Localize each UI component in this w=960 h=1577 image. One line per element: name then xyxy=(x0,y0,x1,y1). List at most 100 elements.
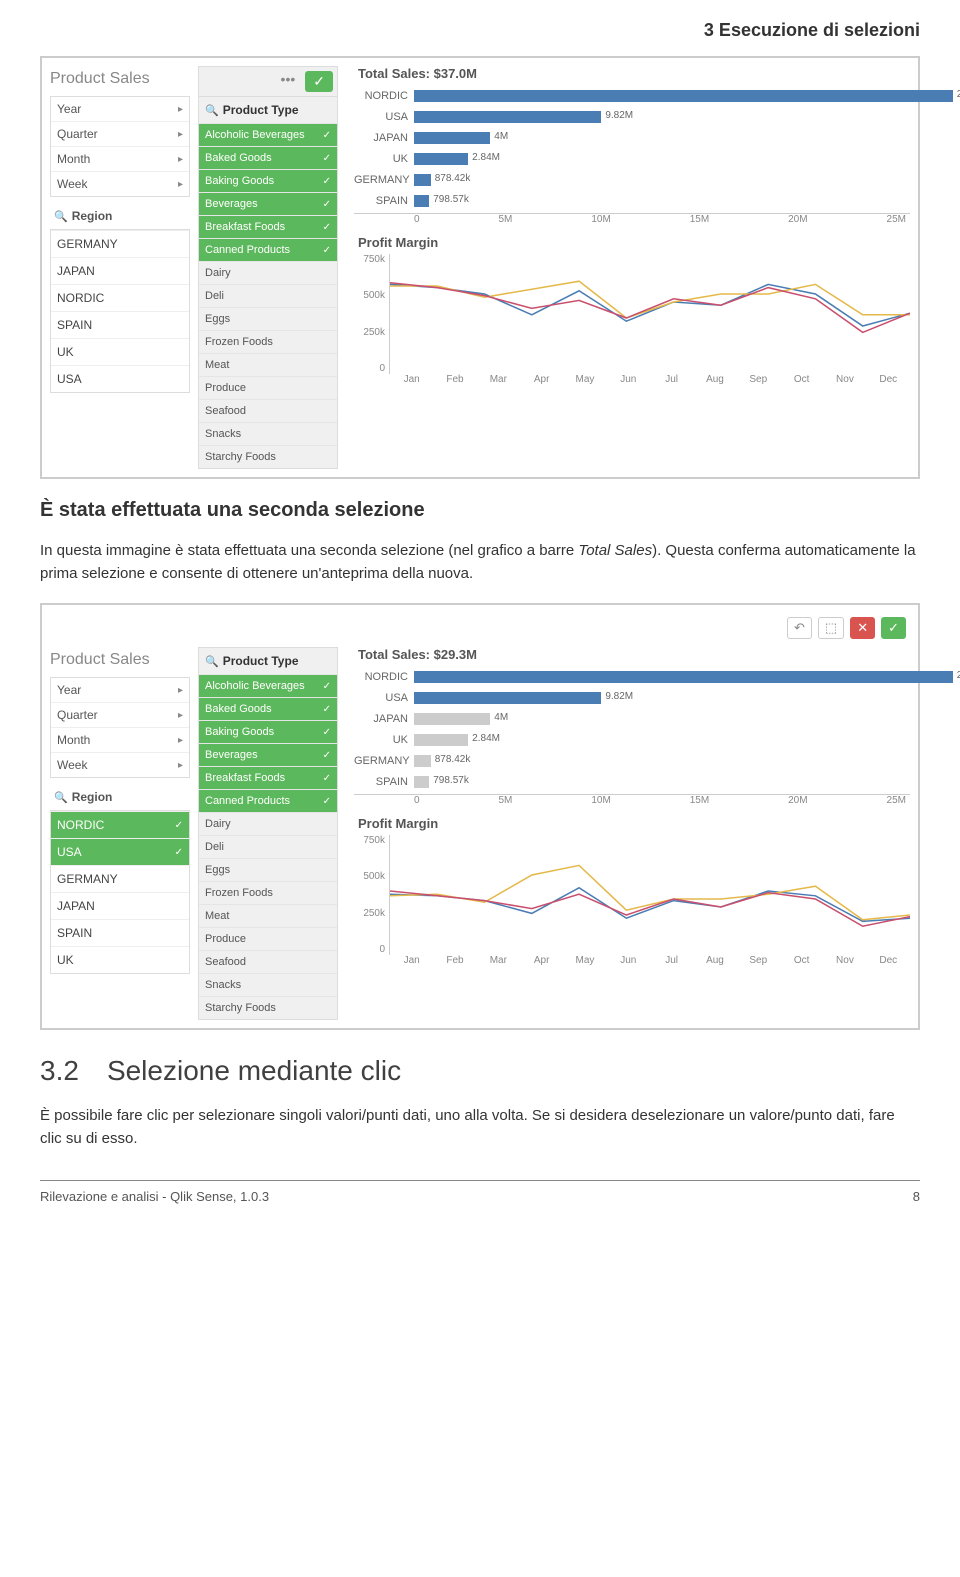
profit-margin-chart[interactable]: 750k500k250k0 xyxy=(354,835,910,955)
bar-row[interactable]: USA9.82M xyxy=(354,108,910,126)
bar-row[interactable]: GERMANY878.42k xyxy=(354,171,910,189)
dimension-item[interactable]: Year▸ xyxy=(51,97,189,121)
product-type-item[interactable]: Seafood xyxy=(199,950,337,973)
check-icon: ✓ xyxy=(323,153,331,164)
panel-title: Product Sales xyxy=(50,647,190,677)
product-type-item[interactable]: Beverages✓ xyxy=(199,192,337,215)
search-icon: 🔍 xyxy=(205,104,219,117)
product-type-item[interactable]: Deli xyxy=(199,284,337,307)
chevron-right-icon: ▸ xyxy=(178,129,183,140)
bar-row[interactable]: NORDIC28.24M xyxy=(354,668,910,686)
product-type-item[interactable]: Produce xyxy=(199,376,337,399)
search-icon: 🔍 xyxy=(205,655,219,668)
check-icon: ✓ xyxy=(323,681,331,692)
dashboard-panel-2: ↶ ⬚ ✕ ✓ Product Sales Year▸Quarter▸Month… xyxy=(40,603,920,1030)
product-type-item[interactable]: Eggs xyxy=(199,307,337,330)
subheading: È stata effettuata una seconda selezione xyxy=(40,499,920,522)
product-type-item[interactable]: Alcoholic Beverages✓ xyxy=(199,674,337,697)
chevron-right-icon: ▸ xyxy=(178,685,183,696)
dashboard-panel-1: Product Sales Year▸Quarter▸Month▸Week▸ 🔍… xyxy=(40,56,920,479)
lasso-icon[interactable]: ⬚ xyxy=(818,617,844,639)
region-item[interactable]: USA✓ xyxy=(51,838,189,865)
profit-margin-title: Profit Margin xyxy=(354,225,910,254)
dimension-item[interactable]: Month▸ xyxy=(51,727,189,752)
region-item[interactable]: SPAIN xyxy=(51,919,189,946)
product-type-item[interactable]: Baking Goods✓ xyxy=(199,169,337,192)
dimension-item[interactable]: Quarter▸ xyxy=(51,121,189,146)
dimension-item[interactable]: Week▸ xyxy=(51,171,189,196)
region-item[interactable]: NORDIC✓ xyxy=(51,811,189,838)
region-item[interactable]: GERMANY xyxy=(51,230,189,257)
bar-row[interactable]: SPAIN798.57k xyxy=(354,192,910,210)
product-type-item[interactable]: Produce xyxy=(199,927,337,950)
product-type-item[interactable]: Canned Products✓ xyxy=(199,238,337,261)
product-type-item[interactable]: Baking Goods✓ xyxy=(199,720,337,743)
product-type-item[interactable]: Breakfast Foods✓ xyxy=(199,766,337,789)
product-type-header[interactable]: 🔍 Product Type xyxy=(199,648,337,674)
chevron-right-icon: ▸ xyxy=(178,760,183,771)
chevron-right-icon: ▸ xyxy=(178,735,183,746)
product-type-item[interactable]: Meat xyxy=(199,353,337,376)
bar-row[interactable]: GERMANY878.42k xyxy=(354,752,910,770)
region-item[interactable]: JAPAN xyxy=(51,257,189,284)
product-type-item[interactable]: Frozen Foods xyxy=(199,330,337,353)
footer-left: Rilevazione e analisi - Qlik Sense, 1.0.… xyxy=(40,1189,269,1204)
region-header[interactable]: 🔍Region xyxy=(50,203,190,229)
profit-margin-title: Profit Margin xyxy=(354,806,910,835)
region-item[interactable]: GERMANY xyxy=(51,865,189,892)
product-type-item[interactable]: Deli xyxy=(199,835,337,858)
cancel-button[interactable]: ✕ xyxy=(850,617,875,639)
region-item[interactable]: SPAIN xyxy=(51,311,189,338)
undo-icon[interactable]: ↶ xyxy=(787,617,812,639)
check-icon: ✓ xyxy=(323,199,331,210)
product-type-item[interactable]: Snacks xyxy=(199,973,337,996)
product-type-item[interactable]: Canned Products✓ xyxy=(199,789,337,812)
more-icon[interactable]: ••• xyxy=(275,71,302,92)
dimension-item[interactable]: Week▸ xyxy=(51,752,189,777)
region-item[interactable]: JAPAN xyxy=(51,892,189,919)
product-type-item[interactable]: Starchy Foods xyxy=(199,996,337,1019)
bar-row[interactable]: JAPAN4M xyxy=(354,710,910,728)
region-label: Region xyxy=(72,209,113,223)
region-item[interactable]: USA xyxy=(51,365,189,392)
region-header[interactable]: 🔍Region xyxy=(50,784,190,810)
dimension-item[interactable]: Quarter▸ xyxy=(51,702,189,727)
product-type-item[interactable]: Frozen Foods xyxy=(199,881,337,904)
bar-row[interactable]: USA9.82M xyxy=(354,689,910,707)
check-icon: ✓ xyxy=(175,820,183,831)
check-icon: ✓ xyxy=(323,245,331,256)
product-type-item[interactable]: Seafood xyxy=(199,399,337,422)
region-item[interactable]: UK xyxy=(51,946,189,973)
bar-row[interactable]: JAPAN4M xyxy=(354,129,910,147)
product-type-item[interactable]: Baked Goods✓ xyxy=(199,146,337,169)
bar-row[interactable]: NORDIC28.24M xyxy=(354,87,910,105)
product-type-item[interactable]: Starchy Foods xyxy=(199,445,337,468)
check-icon: ✓ xyxy=(323,727,331,738)
bar-row[interactable]: UK2.84M xyxy=(354,731,910,749)
region-item[interactable]: UK xyxy=(51,338,189,365)
chevron-right-icon: ▸ xyxy=(178,179,183,190)
product-type-item[interactable]: Snacks xyxy=(199,422,337,445)
bar-row[interactable]: UK2.84M xyxy=(354,150,910,168)
product-type-item[interactable]: Dairy xyxy=(199,261,337,284)
region-label: Region xyxy=(72,790,113,804)
chevron-right-icon: ▸ xyxy=(178,154,183,165)
dimension-item[interactable]: Month▸ xyxy=(51,146,189,171)
profit-margin-chart[interactable]: 750k500k250k0 xyxy=(354,254,910,374)
product-type-header[interactable]: 🔍Product Type xyxy=(199,96,337,123)
product-type-item[interactable]: Breakfast Foods✓ xyxy=(199,215,337,238)
product-type-label: Product Type xyxy=(223,654,299,668)
region-item[interactable]: NORDIC xyxy=(51,284,189,311)
product-type-item[interactable]: Baked Goods✓ xyxy=(199,697,337,720)
confirm-button[interactable]: ✓ xyxy=(305,71,333,92)
product-type-item[interactable]: Alcoholic Beverages✓ xyxy=(199,123,337,146)
product-type-item[interactable]: Dairy xyxy=(199,812,337,835)
total-sales-title: Total Sales: $37.0M xyxy=(354,66,910,87)
bar-row[interactable]: SPAIN798.57k xyxy=(354,773,910,791)
product-type-item[interactable]: Beverages✓ xyxy=(199,743,337,766)
paragraph-1: In questa immagine è stata effettuata un… xyxy=(40,540,920,585)
confirm-button[interactable]: ✓ xyxy=(881,617,906,639)
product-type-item[interactable]: Meat xyxy=(199,904,337,927)
product-type-item[interactable]: Eggs xyxy=(199,858,337,881)
dimension-item[interactable]: Year▸ xyxy=(51,678,189,702)
